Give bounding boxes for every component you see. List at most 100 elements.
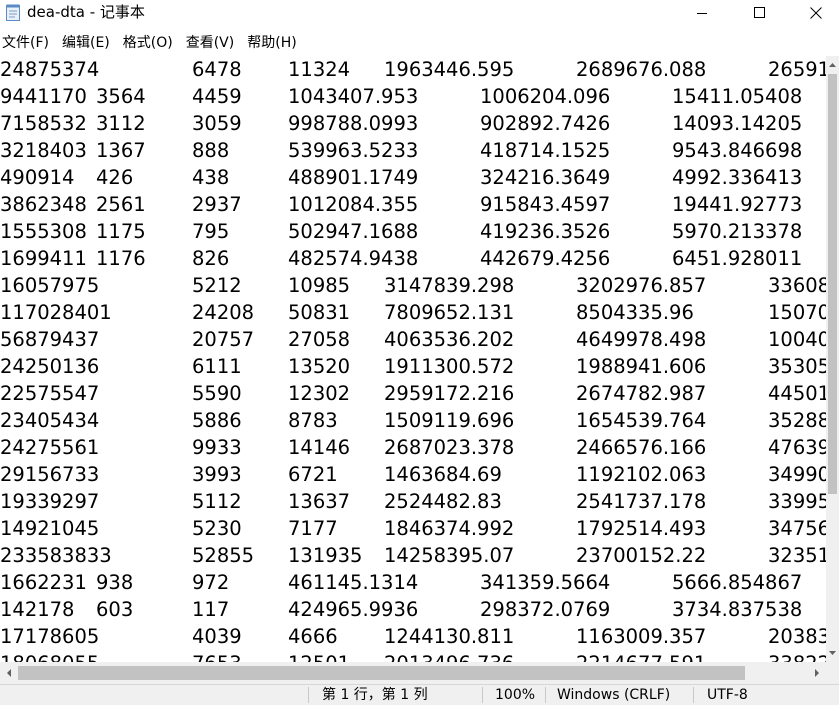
text-line: 3862348 2561 2937 1012084.355 915843.4597 194… (0, 191, 826, 218)
text-cell: 2524482.83 (384, 490, 502, 513)
status-separator (482, 687, 483, 703)
text-cell: 2959172.216 (384, 382, 515, 405)
text-cell: 6721 (288, 463, 338, 486)
text-cell: 418714.1525 (480, 139, 611, 162)
text-cell: 424965.9936 (288, 598, 419, 621)
text-cell: 915843.4597 (480, 193, 611, 216)
text-cell: 490914 (0, 166, 75, 189)
text-cell: 20383 (768, 625, 826, 648)
text-line: 29156733 3993 6721 1463684.69 1192102.063 349… (0, 461, 826, 488)
text-cell: 1176 (96, 247, 146, 270)
text-cell: 35305 (768, 355, 826, 378)
text-cell: 15411.05408 (672, 85, 803, 108)
text-cell: 12302 (288, 382, 351, 405)
text-cell: 8783 (288, 409, 338, 432)
text-cell: 17178605 (0, 625, 100, 648)
menu-format[interactable]: 格式(O) (121, 30, 175, 56)
text-cell: 18068055 (0, 650, 99, 662)
text-cell: 2689676.088 (576, 58, 707, 81)
window-title: dea-dta - 记事本 (27, 3, 145, 21)
text-cell: 539963.5233 (288, 139, 419, 162)
text-cell: 1988941.606 (576, 355, 707, 378)
text-cell: 4459 (192, 85, 242, 108)
text-cell: 502947.1688 (288, 220, 419, 243)
text-cell: 461145.1314 (288, 571, 419, 594)
menu-view[interactable]: 查看(V) (184, 30, 237, 56)
text-cell: 5886 (192, 409, 242, 432)
text-cell: 34756 (768, 517, 826, 540)
text-cell: 15070 (768, 301, 826, 324)
text-cell: 603 (96, 598, 134, 621)
menu-file[interactable]: 文件(F) (0, 30, 51, 56)
status-separator (693, 687, 694, 703)
text-line: 3218403 1367 888 539963.5233 418714.1525 9543… (0, 137, 826, 164)
text-cell: 1654539.764 (576, 409, 707, 432)
text-cell: 2466576.166 (576, 436, 707, 459)
text-line: 18068055 7653 12501 2013496.736 2214677.591 3… (0, 650, 826, 662)
text-cell: 117028401 (0, 301, 112, 324)
text-cell: 13637 (288, 490, 351, 513)
text-editor[interactable]: 24875374 6478 11324 1963446.595 2689676.088 2… (0, 56, 826, 662)
text-cell: 341359.5664 (480, 571, 611, 594)
status-cursor-position: 第 1 行，第 1 列 (322, 687, 428, 703)
title-bar: dea-dta - 记事本 (0, 0, 839, 26)
text-cell: 324216.3649 (480, 166, 611, 189)
vertical-scroll-thumb[interactable] (828, 74, 837, 494)
horizontal-scrollbar[interactable] (0, 662, 826, 684)
vertical-scrollbar[interactable] (826, 56, 839, 662)
text-cell: 10985 (288, 274, 351, 297)
text-cell: 1043407.953 (288, 85, 419, 108)
text-line: 7158532 3112 3059 998788.0993 902892.7426 140… (0, 110, 826, 137)
menu-help[interactable]: 帮助(H) (245, 30, 298, 56)
text-cell: 23405434 (0, 409, 100, 432)
text-line: 233583833 52855 131935 14258395.07 23700152.… (0, 542, 826, 569)
scroll-left-icon[interactable] (2, 662, 16, 684)
text-cell: 3202976.857 (576, 274, 707, 297)
text-cell: 3734.837538 (672, 598, 803, 621)
text-cell: 4063536.202 (384, 328, 515, 351)
text-cell: 4992.336413 (672, 166, 803, 189)
text-cell: 26591 (768, 58, 826, 81)
text-cell: 5230 (192, 517, 242, 540)
text-cell: 1555308 (0, 220, 87, 243)
scroll-right-icon[interactable] (810, 662, 824, 684)
minimize-icon (697, 13, 707, 14)
text-line: 22575547 5590 12302 2959172.216 2674782.987 4… (0, 380, 826, 407)
text-cell: 1175 (96, 220, 146, 243)
text-cell: 3564 (96, 85, 146, 108)
text-cell: 10040 (768, 328, 826, 351)
scroll-down-icon[interactable] (826, 646, 839, 660)
text-cell: 8504335.96 (576, 301, 694, 324)
text-cell: 1846374.992 (384, 517, 515, 540)
text-cell: 1463684.69 (384, 463, 502, 486)
status-separator (308, 687, 309, 703)
text-cell: 33822 (768, 650, 826, 662)
scroll-up-icon[interactable] (826, 58, 839, 72)
text-cell: 142178 (0, 598, 75, 621)
text-cell: 419236.3526 (480, 220, 611, 243)
text-cell: 795 (192, 220, 230, 243)
minimize-button[interactable] (672, 0, 732, 26)
close-icon (810, 7, 822, 19)
horizontal-scroll-thumb[interactable] (18, 666, 745, 680)
text-cell: 902892.7426 (480, 112, 611, 135)
text-cell: 298372.0769 (480, 598, 611, 621)
close-button[interactable] (786, 0, 839, 26)
menu-edit[interactable]: 编辑(E) (60, 30, 112, 56)
text-cell: 826 (192, 247, 230, 270)
text-cell: 23700152.22 (576, 544, 707, 567)
text-cell: 972 (192, 571, 230, 594)
text-cell: 5212 (192, 274, 242, 297)
text-cell: 2561 (96, 193, 146, 216)
text-cell: 6111 (192, 355, 242, 378)
status-zoom: 100% (495, 687, 536, 703)
maximize-button[interactable] (730, 0, 790, 26)
text-cell: 1367 (96, 139, 146, 162)
text-line: 9441170 3564 4459 1043407.953 1006204.096 154… (0, 83, 826, 110)
text-cell: 131935 (288, 544, 363, 567)
text-cell: 5666.854867 (672, 571, 803, 594)
text-cell: 32351 (768, 544, 826, 567)
text-cell: 24250136 (0, 355, 100, 378)
text-cell: 47639 (768, 436, 826, 459)
text-cell: 29156733 (0, 463, 100, 486)
